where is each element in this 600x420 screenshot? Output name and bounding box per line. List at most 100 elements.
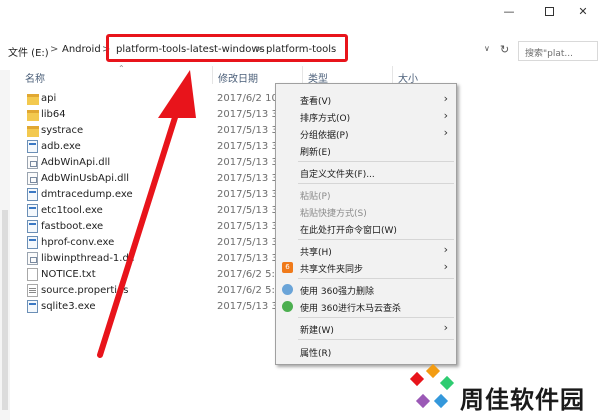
file-date: 2017/6/2 10: — [217, 93, 275, 104]
360-scan-icon — [282, 301, 293, 312]
menu-item-label: 排序方式(O) — [300, 114, 351, 124]
folder-icon — [27, 94, 39, 105]
minimize-icon: — — [503, 4, 515, 18]
sort-indicator-icon: ⌃ — [118, 64, 125, 73]
navigation-pane-edge — [0, 70, 10, 420]
breadcrumb-drive[interactable]: 文件 (E:) — [8, 44, 49, 59]
menu-item-label: 自定义文件夹(F)... — [300, 170, 375, 180]
menu-item-refresh[interactable]: 刷新(E) — [276, 142, 456, 159]
file-row-fastboot-exe[interactable]: fastboot.exe 2017/5/13 3: — [25, 219, 285, 235]
properties-file-icon — [27, 284, 38, 297]
menu-item-label: 刷新(E) — [300, 148, 331, 158]
column-divider[interactable] — [392, 66, 393, 84]
folder-icon — [27, 126, 39, 137]
submenu-arrow-icon: › — [443, 92, 448, 105]
watermark-text: 周佳软件园 — [460, 386, 585, 414]
dll-icon — [27, 252, 38, 265]
executable-icon — [27, 236, 38, 249]
share-sync-icon: 6 — [282, 262, 293, 273]
file-date: 2017/5/13 3: — [217, 125, 275, 136]
file-row-systrace[interactable]: systrace 2017/5/13 3: — [25, 123, 285, 139]
menu-item-label: 共享(H) — [300, 248, 332, 258]
file-row-libwinpthread-dll[interactable]: libwinpthread-1.dll 2017/5/13 3: — [25, 251, 285, 267]
file-date: 2017/5/13 3: — [217, 109, 275, 120]
file-name: hprof-conv.exe — [41, 237, 115, 248]
executable-icon — [27, 188, 38, 201]
address-highlight-box — [106, 34, 348, 62]
submenu-arrow-icon: › — [443, 321, 448, 334]
column-header-name[interactable]: 名称 — [25, 70, 45, 85]
menu-item-paste[interactable]: 粘贴(P) — [276, 186, 456, 203]
file-name: libwinpthread-1.dll — [41, 253, 135, 264]
menu-item-view[interactable]: 查看(V) › — [276, 91, 456, 108]
menu-item-new[interactable]: 新建(W) › — [276, 320, 456, 337]
title-bar: — ✕ — [0, 0, 600, 22]
column-divider[interactable] — [302, 66, 303, 84]
file-row-api[interactable]: api 2017/6/2 10: — [25, 91, 285, 107]
file-date: 2017/5/13 3: — [217, 205, 275, 216]
menu-item-customize-folder[interactable]: 自定义文件夹(F)... — [276, 164, 456, 181]
menu-item-360-force-delete[interactable]: 使用 360强力删除 — [276, 281, 456, 298]
column-divider[interactable] — [212, 66, 213, 84]
file-row-adbwinapi-dll[interactable]: AdbWinApi.dll 2017/5/13 3: — [25, 155, 285, 171]
menu-item-open-command-window[interactable]: 在此处打开命令窗口(W) — [276, 220, 456, 237]
menu-item-properties[interactable]: 属性(R) — [276, 343, 456, 360]
menu-item-share-folder-sync[interactable]: 6 共享文件夹同步 › — [276, 259, 456, 276]
file-row-adbwinusbapi-dll[interactable]: AdbWinUsbApi.dll 2017/5/13 3: — [25, 171, 285, 187]
menu-item-label: 在此处打开命令窗口(W) — [300, 226, 397, 236]
refresh-icon[interactable]: ↻ — [500, 43, 509, 56]
file-date: 2017/5/13 3: — [217, 221, 275, 232]
menu-item-label: 使用 360进行木马云查杀 — [300, 304, 402, 314]
menu-item-group[interactable]: 分组依据(P) › — [276, 125, 456, 142]
watermark: 周佳软件园 — [408, 363, 600, 420]
breadcrumb-android[interactable]: Android — [62, 44, 101, 55]
file-date: 2017/5/13 3: — [217, 189, 275, 200]
address-dropdown-icon[interactable]: ∨ — [484, 44, 490, 53]
maximize-icon — [544, 6, 554, 16]
menu-item-share[interactable]: 共享(H) › — [276, 242, 456, 259]
search-input[interactable]: 搜索"plat... — [518, 41, 598, 61]
file-name: etc1tool.exe — [41, 205, 103, 216]
column-header-date[interactable]: 修改日期 — [218, 70, 258, 85]
menu-item-360-trojan-scan[interactable]: 使用 360进行木马云查杀 — [276, 298, 456, 315]
file-date: 2017/6/2 5: — [217, 285, 275, 296]
file-row-dmtracedump-exe[interactable]: dmtracedump.exe 2017/5/13 3: — [25, 187, 285, 203]
file-name: systrace — [41, 125, 84, 136]
close-button[interactable]: ✕ — [568, 0, 598, 22]
menu-item-label: 分组依据(P) — [300, 131, 349, 141]
file-row-sqlite3-exe[interactable]: sqlite3.exe 2017/5/13 3: — [25, 299, 285, 315]
file-date: 2017/5/13 3: — [217, 253, 275, 264]
menu-separator — [298, 239, 454, 240]
menu-item-label: 属性(R) — [300, 349, 332, 359]
file-row-hprof-conv-exe[interactable]: hprof-conv.exe 2017/5/13 3: — [25, 235, 285, 251]
menu-item-label: 粘贴快捷方式(S) — [300, 209, 367, 219]
breadcrumb-separator[interactable]: > — [50, 44, 58, 55]
menu-item-paste-shortcut[interactable]: 粘贴快捷方式(S) — [276, 203, 456, 220]
file-date: 2017/5/13 3: — [217, 301, 275, 312]
file-row-adb-exe[interactable]: adb.exe 2017/5/13 3: — [25, 139, 285, 155]
file-row-source-properties[interactable]: source.properties 2017/6/2 5: — [25, 283, 285, 299]
file-name: source.properties — [41, 285, 129, 296]
executable-icon — [27, 204, 38, 217]
menu-separator — [298, 339, 454, 340]
menu-separator — [298, 278, 454, 279]
menu-item-sort[interactable]: 排序方式(O) › — [276, 108, 456, 125]
close-icon: ✕ — [578, 4, 588, 18]
file-row-etc1tool-exe[interactable]: etc1tool.exe 2017/5/13 3: — [25, 203, 285, 219]
submenu-arrow-icon: › — [443, 260, 448, 273]
scrollbar-thumb[interactable] — [2, 210, 8, 410]
file-row-lib64[interactable]: lib64 2017/5/13 3: — [25, 107, 285, 123]
file-name: adb.exe — [41, 141, 81, 152]
360-delete-icon — [282, 284, 293, 295]
file-date: 2017/5/13 3: — [217, 237, 275, 248]
maximize-button[interactable] — [534, 0, 564, 22]
file-row-notice-txt[interactable]: NOTICE.txt 2017/6/2 5: — [25, 267, 285, 283]
file-name: dmtracedump.exe — [41, 189, 133, 200]
text-file-icon — [27, 268, 38, 281]
file-name: fastboot.exe — [41, 221, 104, 232]
executable-icon — [27, 220, 38, 233]
menu-item-label: 粘贴(P) — [300, 192, 331, 202]
minimize-button[interactable]: — — [494, 0, 524, 22]
submenu-arrow-icon: › — [443, 126, 448, 139]
file-name: AdbWinUsbApi.dll — [41, 173, 130, 184]
